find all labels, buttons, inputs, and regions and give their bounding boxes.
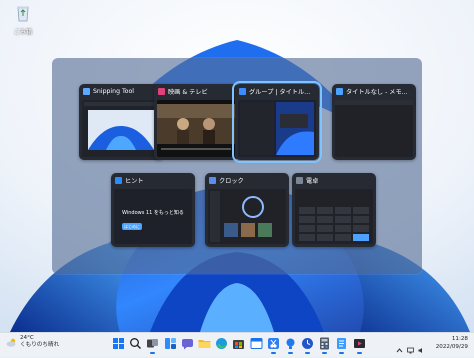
weather-desc: くもりのち晴れ — [20, 342, 60, 348]
window-preview — [157, 100, 235, 157]
tips-icon[interactable] — [283, 336, 298, 354]
window-thumb-group[interactable]: グループ | タイトルな... — [232, 81, 322, 163]
window-title: ヒント — [125, 178, 144, 185]
search-icon[interactable] — [128, 336, 143, 351]
tips-heading: Windows 11 をもっと知る — [122, 210, 184, 216]
window-title: タイトルなし - メモ... — [346, 89, 408, 96]
explorer-icon[interactable] — [197, 336, 212, 351]
window-thumb-clock[interactable]: クロック — [205, 173, 289, 247]
window-title: Snipping Tool — [93, 88, 134, 95]
group-icon — [239, 88, 246, 95]
volume-icon[interactable] — [418, 339, 425, 353]
taskbar-pinned-apps — [111, 336, 369, 354]
window-title: 映画 & テレビ — [168, 89, 208, 96]
calendar-icon[interactable] — [249, 336, 264, 351]
task-view-icon[interactable] — [145, 336, 160, 354]
clock-time: 11:28 — [451, 336, 468, 342]
store-icon[interactable] — [231, 336, 246, 351]
notepad-icon — [336, 88, 343, 95]
snipping-tool-icon — [83, 88, 90, 95]
start-icon[interactable] — [111, 336, 126, 351]
network-icon[interactable] — [407, 339, 414, 354]
window-thumb-tips[interactable]: ヒント Windows 11 をもっと知る はじめに — [111, 173, 195, 247]
weather-temp: 24°C — [20, 335, 34, 341]
calculator-icon[interactable] — [317, 336, 332, 354]
movies-tv-icon — [158, 88, 165, 95]
movies-tv-icon[interactable] — [352, 336, 367, 354]
calculator-icon — [296, 177, 303, 184]
widgets-icon[interactable] — [163, 336, 178, 351]
cloud-sun-icon — [6, 338, 16, 347]
system-tray — [396, 339, 429, 354]
task-switcher: Snipping Tool 映画 & テレビ グループ | タイトルな... タ… — [52, 58, 422, 274]
window-title: クロック — [219, 178, 244, 185]
window-preview — [335, 100, 413, 157]
window-thumb-calculator[interactable]: 電卓 — [292, 173, 376, 247]
snipping-tool-icon[interactable] — [266, 336, 281, 354]
window-title: グループ | タイトルな... — [249, 89, 315, 96]
notepad-icon[interactable] — [334, 336, 349, 354]
chevron-up-icon[interactable] — [396, 339, 403, 353]
window-preview: Windows 11 をもっと知る はじめに — [114, 189, 192, 244]
window-preview — [82, 100, 160, 157]
clock-date: 2022/09/29 — [435, 344, 468, 350]
window-preview — [238, 100, 316, 157]
clock-display[interactable]: 11:28 2022/09/29 — [436, 335, 468, 351]
recycle-bin-label: ごみ箱 — [13, 29, 32, 36]
tips-icon — [115, 177, 122, 184]
recycle-bin[interactable]: ごみ箱 — [8, 4, 38, 36]
window-preview — [208, 189, 286, 244]
edge-icon[interactable] — [214, 336, 229, 351]
weather-widget[interactable]: 24°C くもりのち晴れ — [6, 335, 59, 349]
window-title: 電卓 — [306, 178, 319, 185]
window-thumb-snipping-tool[interactable]: Snipping Tool — [79, 84, 163, 160]
window-thumb-movies-tv[interactable]: 映画 & テレビ — [154, 84, 238, 160]
chat-icon[interactable] — [180, 336, 195, 351]
clock-icon — [209, 177, 216, 184]
clock-icon[interactable] — [300, 336, 315, 354]
taskbar: 24°C くもりのち晴れ 11:28 2022/09/29 — [0, 332, 474, 356]
window-preview — [295, 189, 373, 244]
recycle-bin-icon — [17, 6, 29, 22]
tips-start-button: はじめに — [122, 223, 142, 230]
window-thumb-notepad[interactable]: タイトルなし - メモ... — [332, 84, 416, 160]
